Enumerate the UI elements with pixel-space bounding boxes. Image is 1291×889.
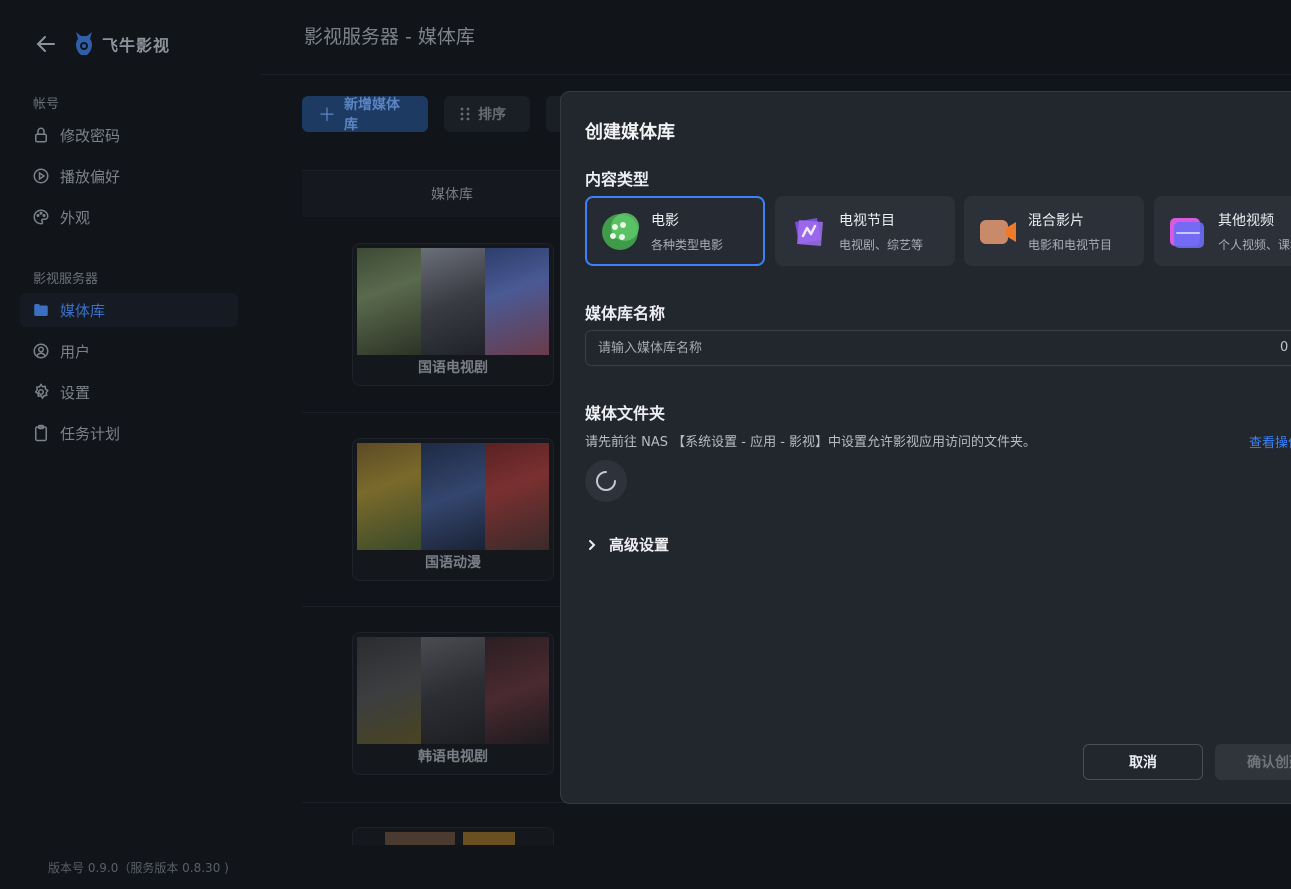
sidebar-item-label: 任务计划 <box>60 424 121 443</box>
poster-image <box>485 637 549 744</box>
sidebar-item-appearance[interactable]: 外观 <box>20 200 238 234</box>
sidebar-item-media-library[interactable]: 媒体库 <box>20 293 238 327</box>
advanced-settings-label: 高级设置 <box>609 536 670 554</box>
poster-image <box>357 637 421 744</box>
back-arrow-icon[interactable] <box>34 32 58 56</box>
add-library-button[interactable]: ＋ 新增媒体库 <box>302 96 428 133</box>
type-name: 电影 <box>651 212 679 229</box>
type-desc: 个人视频、课程 <box>1218 237 1291 252</box>
poster-image <box>421 248 485 355</box>
divider <box>260 74 1291 75</box>
drag-handle-icon <box>460 107 470 121</box>
server-section-title: 影视服务器 <box>33 272 99 287</box>
library-card-4[interactable] <box>352 827 554 845</box>
library-name: 国语电视剧 <box>418 360 488 376</box>
spinner-icon <box>596 471 616 491</box>
poster-image <box>485 248 549 355</box>
create-library-dialog: 创建媒体库 内容类型 电影 各种类型电影 电视节目 电视剧、综艺等 混合影片 电… <box>560 91 1291 804</box>
sort-label: 排序 <box>478 107 506 123</box>
plus-icon: ＋ <box>318 105 336 126</box>
sidebar-item-label: 播放偏好 <box>60 167 121 186</box>
sidebar-item-playback-preference[interactable]: 播放偏好 <box>20 159 238 193</box>
type-card-other[interactable]: 其他视频 个人视频、课程 <box>1154 196 1291 266</box>
folder-hint: 请先前往 NAS 【系统设置 - 应用 - 影视】中设置允许影视应用访问的文件夹… <box>585 435 1037 450</box>
library-card-3[interactable]: 韩语电视剧 <box>352 632 554 775</box>
library-name: 国语动漫 <box>425 555 481 571</box>
sidebar-item-label: 媒体库 <box>60 301 106 320</box>
poster-image <box>385 832 455 845</box>
confirm-create-button[interactable]: 确认创建 <box>1215 744 1291 780</box>
content-type-label: 内容类型 <box>585 170 650 189</box>
logo: 飞牛影视 <box>72 30 170 58</box>
sidebar-item-settings[interactable]: 设置 <box>20 375 238 409</box>
media-folder-label: 媒体文件夹 <box>585 404 666 423</box>
library-card-2[interactable]: 国语动漫 <box>352 438 554 581</box>
type-name: 混合影片 <box>1028 212 1084 229</box>
poster-image <box>421 637 485 744</box>
sidebar-item-change-password[interactable]: 修改密码 <box>20 118 238 152</box>
poster-image <box>421 443 485 550</box>
cancel-button[interactable]: 取消 <box>1083 744 1203 780</box>
clipboard-icon <box>35 424 47 442</box>
bull-logo-icon <box>76 32 92 55</box>
brand-bar: 飞牛影视 <box>34 30 170 58</box>
type-card-mixed[interactable]: 混合影片 电影和电视节目 <box>964 196 1144 266</box>
user-icon <box>33 343 49 359</box>
loading-spinner <box>585 460 627 502</box>
palette-icon <box>33 209 49 225</box>
library-card-1[interactable]: 国语电视剧 <box>352 243 554 386</box>
library-name-input[interactable] <box>585 330 1291 366</box>
sidebar-item-task-schedule[interactable]: 任务计划 <box>20 416 238 450</box>
char-counter: 0 <box>1280 340 1289 355</box>
type-name: 电视节目 <box>839 212 895 229</box>
video-camera-icon <box>980 220 1016 244</box>
poster-image <box>463 832 515 845</box>
gear-icon <box>34 383 49 400</box>
brand-name: 飞牛影视 <box>102 36 171 55</box>
advanced-settings-toggle[interactable]: 高级设置 <box>585 534 669 555</box>
sidebar-item-label: 外观 <box>60 208 91 227</box>
chevron-right-icon <box>589 539 596 550</box>
column-header-library: 媒体库 <box>302 170 602 217</box>
library-name: 韩语电视剧 <box>418 749 488 765</box>
lock-icon <box>35 127 47 143</box>
sort-button[interactable]: 排序 <box>444 96 530 132</box>
sidebar-item-label: 设置 <box>60 383 91 402</box>
type-card-tv-show[interactable]: 电视节目 电视剧、综艺等 <box>775 196 955 266</box>
folder-video-icon <box>1170 218 1204 248</box>
poster-image <box>357 443 421 550</box>
add-library-label: 新增媒体库 <box>344 97 400 133</box>
dialog-title: 创建媒体库 <box>585 122 675 143</box>
sidebar: 飞牛影视 帐号 修改密码 播放偏好 外观 影视服务器 媒体库 用户 设置 任务计… <box>0 0 260 889</box>
sidebar-item-label: 用户 <box>60 342 91 361</box>
type-desc: 各种类型电影 <box>651 237 724 252</box>
version-text: 版本号 0.9.0（服务版本 0.8.30 ) <box>48 861 229 875</box>
tv-icon <box>795 218 823 246</box>
poster-image <box>357 248 421 355</box>
movie-icon <box>602 213 639 250</box>
page-title: 影视服务器 - 媒体库 <box>304 26 475 48</box>
type-name: 其他视频 <box>1218 212 1274 229</box>
type-desc: 电视剧、综艺等 <box>839 237 924 252</box>
folder-icon <box>34 304 48 316</box>
sidebar-item-users[interactable]: 用户 <box>20 334 238 368</box>
library-name-label: 媒体库名称 <box>585 304 666 323</box>
play-circle-icon <box>33 168 49 184</box>
poster-image <box>485 443 549 550</box>
account-section-title: 帐号 <box>33 97 60 112</box>
type-desc: 电影和电视节目 <box>1028 237 1113 252</box>
type-card-movie[interactable]: 电影 各种类型电影 <box>585 196 765 266</box>
view-guide-link[interactable]: 查看操作 <box>1249 432 1291 451</box>
sidebar-item-label: 修改密码 <box>60 126 121 145</box>
